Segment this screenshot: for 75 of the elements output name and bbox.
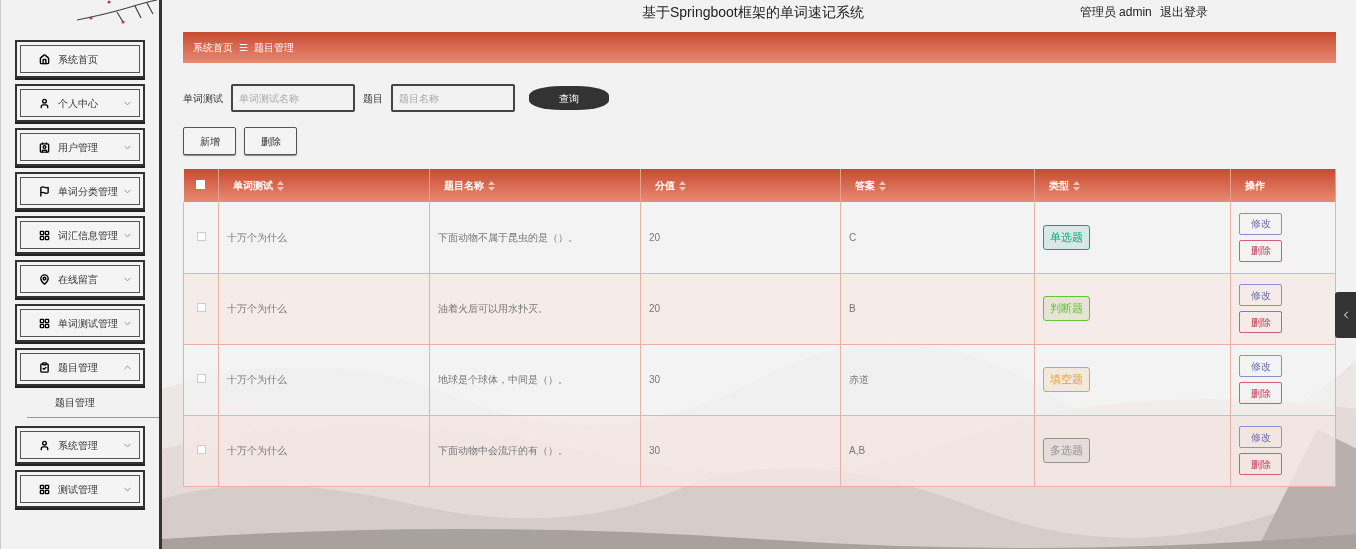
home-icon	[39, 53, 50, 65]
table-cell: B	[849, 303, 856, 314]
edit-button[interactable]: 修改	[1239, 212, 1282, 235]
delete-button[interactable]: 删除	[244, 127, 297, 155]
type-tag: 判断题	[1043, 296, 1090, 321]
select-all-checkbox[interactable]	[196, 180, 206, 189]
sidebar-item[interactable]: 单词测试管理	[15, 304, 145, 342]
field-label: 单词测试	[183, 91, 223, 106]
logout-link[interactable]: 退出登录	[1159, 3, 1208, 21]
table-cell: 十万个为什么	[227, 231, 287, 243]
table-cell: 下面动物中会流汗的有（）。	[438, 445, 568, 456]
sort-icon[interactable]	[879, 180, 886, 191]
add-button[interactable]: 新增	[183, 127, 236, 155]
clipboard-icon	[39, 361, 50, 373]
sidebar-item[interactable]: 个人中心	[15, 84, 145, 122]
sort-icon[interactable]	[679, 180, 686, 191]
breadcrumb-separator: ☰	[239, 41, 248, 55]
table-cell: 20	[649, 231, 661, 243]
table-cell: 下面动物不属于昆虫的是（）。	[438, 231, 578, 243]
field-label: 题目	[363, 91, 383, 106]
table-cell: 20	[649, 303, 661, 314]
table-cell: 地球是个球体，中间是（）。	[438, 374, 568, 385]
edit-button[interactable]: 修改	[1239, 355, 1282, 377]
row-checkbox[interactable]	[196, 231, 206, 241]
submenu-item[interactable]: 题目管理	[1, 392, 159, 413]
sort-icon[interactable]	[1073, 180, 1080, 191]
sidebar-item[interactable]: 测试管理	[15, 470, 145, 508]
admin-label: 管理员 admin	[1079, 4, 1152, 21]
table-cell: 油着火后可以用水扑灭。	[438, 303, 548, 314]
flag-icon	[39, 185, 50, 197]
sidebar-item[interactable]: 用户管理	[15, 128, 145, 166]
row-checkbox[interactable]	[196, 445, 206, 454]
table-cell: A,B	[849, 445, 866, 456]
type-tag: 填空题	[1043, 367, 1090, 392]
user-icon	[39, 439, 50, 451]
table-cell: 十万个为什么	[227, 303, 287, 314]
sidebar-item[interactable]: 系统管理	[15, 426, 145, 464]
column-header: 操作	[1245, 179, 1265, 193]
search-field[interactable]: 单词测试名称	[231, 84, 355, 112]
table-cell: 赤道	[849, 374, 869, 385]
edit-button[interactable]: 修改	[1239, 426, 1282, 448]
column-header[interactable]: 答案	[855, 178, 875, 193]
table-cell: 十万个为什么	[227, 445, 287, 456]
grid-icon	[39, 229, 50, 241]
sort-icon[interactable]	[488, 180, 495, 191]
grid-icon	[39, 483, 50, 495]
sidebar-item[interactable]: 系统首页	[15, 40, 145, 78]
sidebar-item[interactable]: 词汇信息管理	[15, 216, 145, 254]
app-title: 基于Springboot框架的单词速记系统	[642, 2, 864, 22]
sidebar-item[interactable]: 单词分类管理	[15, 172, 145, 210]
sidebar-item[interactable]: 题目管理	[15, 348, 145, 386]
table-cell: C	[849, 231, 857, 243]
table-cell: 30	[649, 445, 661, 456]
collapse-tab[interactable]	[1335, 292, 1356, 338]
type-tag: 多选题	[1043, 438, 1090, 463]
column-header[interactable]: 类型	[1049, 178, 1069, 193]
type-tag: 单选题	[1043, 225, 1090, 250]
delete-button[interactable]: 删除	[1239, 453, 1282, 475]
delete-button[interactable]: 删除	[1239, 382, 1282, 404]
delete-button[interactable]: 删除	[1239, 311, 1282, 333]
row-checkbox[interactable]	[196, 374, 206, 383]
sidebar-item[interactable]: 在线留言	[15, 260, 145, 298]
contact-card-icon	[39, 141, 50, 153]
table-cell: 30	[649, 374, 661, 385]
sort-icon[interactable]	[277, 180, 284, 191]
pin-icon	[39, 273, 50, 285]
breadcrumb-current: 题目管理	[254, 41, 294, 55]
grid-icon	[39, 317, 50, 329]
user-icon	[39, 97, 50, 109]
table-cell: 十万个为什么	[227, 374, 287, 385]
row-checkbox[interactable]	[196, 303, 206, 312]
delete-button[interactable]: 删除	[1239, 239, 1282, 262]
edit-button[interactable]: 修改	[1239, 284, 1282, 306]
search-button[interactable]: 查询	[529, 86, 609, 110]
search-field[interactable]: 题目名称	[391, 84, 515, 112]
